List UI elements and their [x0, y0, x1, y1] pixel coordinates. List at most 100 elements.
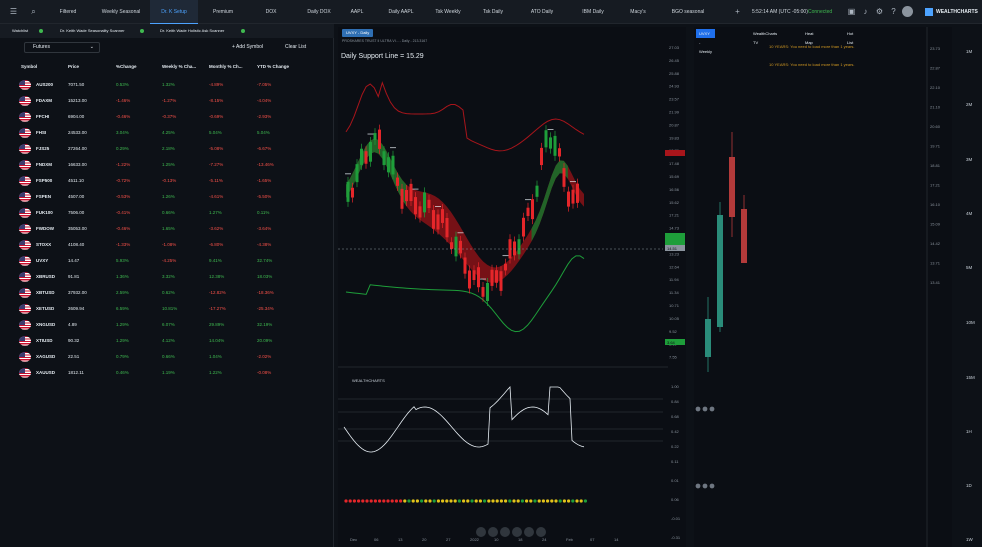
- price-axis-label: 13.71: [930, 261, 941, 266]
- zoom-in-button[interactable]: [524, 527, 534, 537]
- table-row[interactable]: XTIUSD 90.32 1.29% 4.12% 14.04% 20.09%: [0, 333, 334, 349]
- interval-label[interactable]: 15M: [966, 375, 975, 380]
- fit-button[interactable]: [536, 527, 546, 537]
- table-row[interactable]: XBRUSD 91.81 1.36% 3.32% 12.38% 18.03%: [0, 269, 334, 285]
- signal-dot: [474, 499, 478, 503]
- chart-symbol-tag[interactable]: UVXY - Daily: [342, 29, 374, 37]
- table-row[interactable]: FUK100 7506.00 -0.41% 0.66% 1.27% 0.11%: [0, 205, 334, 221]
- tab-watchlist[interactable]: Watchlist: [12, 24, 28, 38]
- cell-price: 24533.00: [68, 130, 87, 135]
- candle-body: [459, 240, 462, 254]
- plus-icon[interactable]: +: [732, 6, 743, 17]
- gear-icon[interactable]: ⚙: [874, 6, 885, 17]
- tab-6[interactable]: AAPL: [344, 0, 370, 24]
- col-weekly[interactable]: Weekly % Cha...: [162, 64, 196, 69]
- table-row[interactable]: STOXX 4108.40 -1.33% -1.08% -6.80% -4.38%: [0, 237, 334, 253]
- signal-dot: [512, 499, 516, 503]
- table-row[interactable]: XAGUSD 22.51 0.79% 0.66% 1.04% -2.02%: [0, 349, 334, 365]
- tab-5[interactable]: Daily DOX: [298, 0, 340, 24]
- table-row[interactable]: XNGUSD 4.89 1.29% 6.07% 29.89% 32.19%: [0, 317, 334, 333]
- tab-13[interactable]: BGO seasonal: [664, 0, 712, 24]
- cell-symbol: FHSI: [36, 130, 47, 135]
- weekly-chart[interactable]: 23.73 22.87 22.10 21.10 20.60 19.71 18.81 17.21…: [694, 27, 952, 547]
- tab-seasonality-scanner[interactable]: Dr. Keith Wade Seasonality Scanner: [60, 24, 125, 38]
- interval-label[interactable]: 5M: [966, 265, 972, 270]
- avatar[interactable]: [902, 6, 913, 17]
- table-row[interactable]: UVXY 14.47 5.93% -4.25% 9.41% 32.74%: [0, 253, 334, 269]
- zoom-out-button[interactable]: [476, 527, 486, 537]
- tab-0[interactable]: Filtered: [50, 0, 86, 24]
- reset-button[interactable]: [500, 527, 510, 537]
- interval-label[interactable]: 1H: [966, 429, 972, 434]
- table-row[interactable]: XAUUSD 1812.11 0.46% 1.19% 1.22% -0.08%: [0, 365, 334, 381]
- tab-hot-list[interactable]: Hot List: [844, 29, 856, 45]
- table-row[interactable]: XBTUSD 37932.00 2.59% 0.62% -12.82% -18.36%: [0, 285, 334, 301]
- cell-weekly: 3.32%: [162, 274, 175, 279]
- help-icon[interactable]: ?: [888, 6, 899, 17]
- table-row[interactable]: FDAXM 15213.00 -1.46% -1.27% -8.15% -4.04%: [0, 93, 334, 109]
- signal-dot: [579, 499, 583, 503]
- interval-label[interactable]: 1D: [966, 483, 972, 488]
- tab-uvxy-weekly[interactable]: UVXY - Weekly: [696, 29, 716, 54]
- candle-body: [418, 206, 422, 218]
- tab-heat-map[interactable]: Heat Map: [802, 29, 816, 45]
- candle-body: [396, 177, 399, 186]
- tab-wealthcharts-tv[interactable]: WealthCharts TV: [750, 29, 780, 45]
- table-row[interactable]: FFCHI 6904.00 -0.46% -0.37% -0.69% -2.93%: [0, 109, 334, 125]
- cell-weekly: 2.18%: [162, 146, 175, 151]
- cell-change: 1.29%: [116, 338, 129, 343]
- candle-body: [486, 282, 489, 301]
- cell-monthly: 12.38%: [209, 274, 225, 279]
- candle-body: [522, 217, 525, 237]
- cell-ytd: 20.09%: [257, 338, 273, 343]
- signal-dot: [529, 499, 533, 503]
- us-flag-icon: [19, 272, 31, 282]
- tab-2[interactable]: Dr. K Setup: [150, 0, 198, 24]
- table-row[interactable]: FWDOW 35053.00 -0.46% 1.65% -3.62% -3.64%: [0, 221, 334, 237]
- cell-ytd: 32.74%: [257, 258, 273, 263]
- tab-1[interactable]: Weekly Seasonal: [93, 0, 149, 24]
- interval-label[interactable]: 4M: [966, 211, 972, 216]
- candle-body: [391, 155, 395, 175]
- tab-8[interactable]: Tsk Weekly: [430, 0, 466, 24]
- daily-chart[interactable]: 27.03 26.45 25.88 24.93 23.57 21.99 20.87 19.83…: [338, 27, 686, 547]
- interval-label[interactable]: 1M: [966, 49, 972, 54]
- clear-list-button[interactable]: Clear List: [285, 44, 306, 50]
- price-tag-red: [665, 150, 685, 156]
- cell-price: 2609.94: [68, 306, 85, 311]
- tab-7[interactable]: Daily AAPL: [378, 0, 424, 24]
- interval-label[interactable]: 10M: [966, 320, 975, 325]
- menu-icon[interactable]: ☰: [8, 6, 19, 17]
- col-monthly[interactable]: Monthly % Ch...: [209, 64, 243, 69]
- scroll-right-button[interactable]: [512, 527, 522, 537]
- table-row[interactable]: FNDXM 16633.00 -1.22% 1.25% -7.27% -13.46%: [0, 157, 334, 173]
- watchlist-dropdown[interactable]: Futures ⌄: [24, 42, 100, 53]
- signal-dot: [567, 499, 571, 503]
- table-row[interactable]: AUS200 7071.50 0.53% 1.32% -4.89% -7.05%: [0, 77, 334, 93]
- table-row[interactable]: FSP500 4511.10 -0.72% -0.13% -5.11% -1.65%: [0, 173, 334, 189]
- tab-3[interactable]: Premium: [200, 0, 246, 24]
- scroll-left-button[interactable]: [488, 527, 498, 537]
- tab-9[interactable]: Tsk Daily: [475, 0, 511, 24]
- table-row[interactable]: FSPEN 4507.00 -0.53% 1.26% -4.61% -5.50%: [0, 189, 334, 205]
- interval-label[interactable]: 2M: [966, 102, 972, 107]
- tab-4[interactable]: DOX: [252, 0, 290, 24]
- tab-12[interactable]: Macy's: [622, 0, 654, 24]
- col-ytd[interactable]: YTD % Change: [257, 64, 289, 69]
- tab-holistic-scanner[interactable]: Dr. Keith Wade Holistic Ask Scanner: [160, 24, 224, 38]
- candle-body: [544, 130, 548, 148]
- col-change[interactable]: %Change: [116, 64, 137, 69]
- col-symbol[interactable]: Symbol: [21, 64, 37, 69]
- col-price[interactable]: Price: [68, 64, 79, 69]
- tab-11[interactable]: IBM Daily: [574, 0, 612, 24]
- save-icon[interactable]: ▣: [846, 6, 857, 17]
- tab-10[interactable]: ATO Daily: [520, 0, 564, 24]
- table-row[interactable]: FJS25 27264.00 0.29% 2.18% -5.08% -6.67%: [0, 141, 334, 157]
- bell-icon[interactable]: ♪: [860, 6, 871, 17]
- add-symbol-button[interactable]: + Add Symbol: [232, 44, 263, 50]
- table-row[interactable]: FHSI 24533.00 3.04% 4.25% 5.04% 5.04%: [0, 125, 334, 141]
- interval-label[interactable]: 3M: [966, 157, 972, 162]
- table-row[interactable]: XETUSD 2609.94 6.59% 10.81% -17.27% -25.34%: [0, 301, 334, 317]
- search-icon[interactable]: ⌕: [28, 6, 39, 17]
- interval-label[interactable]: 1W: [966, 537, 973, 542]
